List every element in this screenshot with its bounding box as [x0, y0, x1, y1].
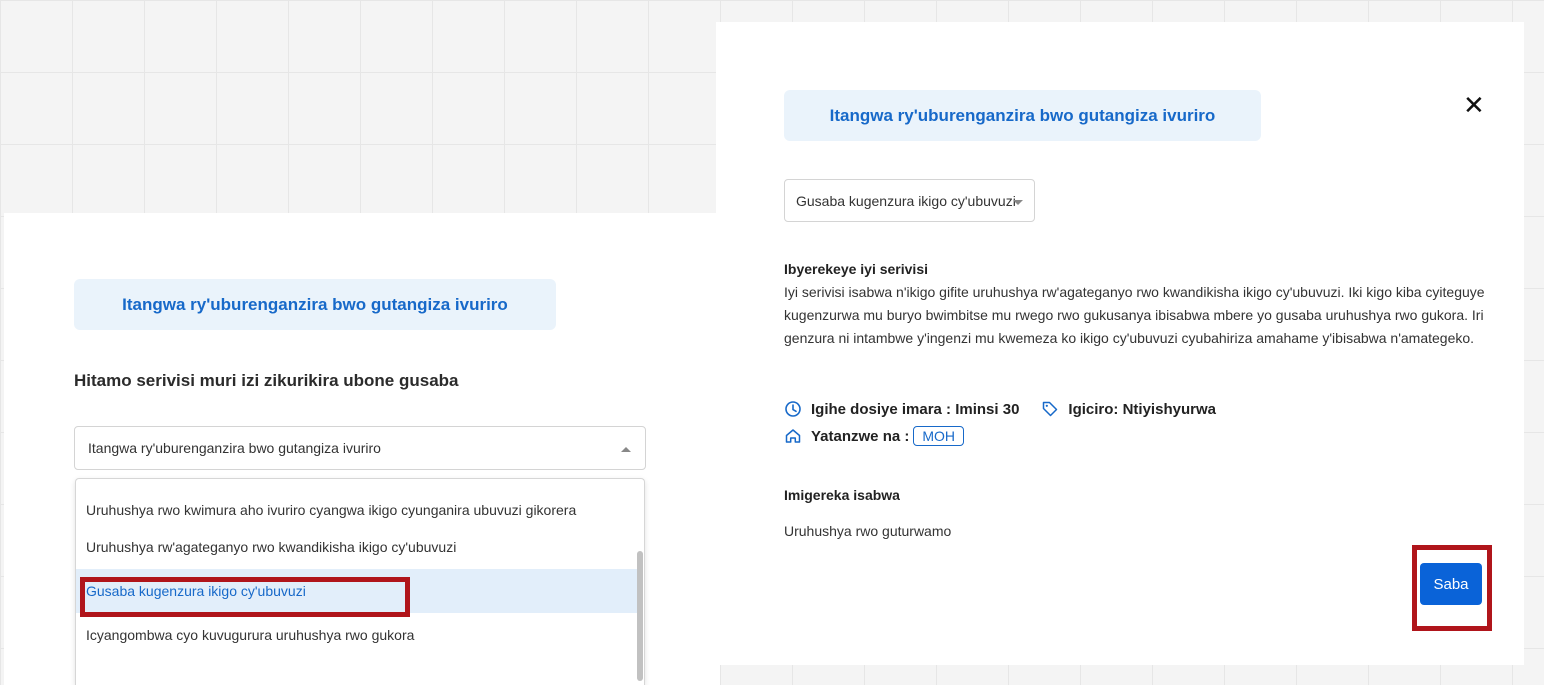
tag-icon [1041, 400, 1059, 418]
about-body: Iyi serivisi isabwa n'ikigo gifite uruhu… [784, 284, 1485, 346]
about-heading: Ibyerekeye iyi serivisi [784, 261, 928, 277]
service-select-value: Itangwa ry'uburenganzira bwo gutangiza i… [88, 440, 381, 456]
provided-by-label: Yatanzwe na : [811, 427, 910, 445]
dropdown-scrollbar[interactable] [637, 551, 643, 681]
price-label: Igiciro: Ntiyishyurwa [1068, 400, 1216, 418]
highlight-box [80, 577, 410, 617]
clock-icon [784, 400, 802, 418]
service-meta-row: Igihe dosiye imara : Iminsi 30 Igiciro: … [784, 400, 1216, 418]
dropdown-option[interactable]: Icyangombwa cyo kuvugurura uruhushya rwo… [76, 613, 638, 657]
document-item: Uruhushya rwo guturwamo [784, 523, 952, 539]
chevron-down-icon [1013, 200, 1023, 205]
close-icon[interactable]: ✕ [1463, 92, 1485, 118]
service-select[interactable]: Gusaba kugenzura ikigo cy'ubuvuzi [784, 179, 1035, 222]
chevron-up-icon [621, 447, 631, 452]
service-selection-panel: Itangwa ry'uburenganzira bwo gutangiza i… [4, 213, 720, 685]
dropdown-option[interactable]: Uruhushya rw'agateganyo rwo kwandikisha … [76, 525, 638, 569]
home-icon [784, 427, 802, 445]
service-details-panel: Itangwa ry'uburenganzira bwo gutangiza i… [716, 22, 1524, 665]
provider-row: Yatanzwe na : MOH [784, 426, 965, 446]
highlight-box [1412, 545, 1492, 631]
page-title: Itangwa ry'uburenganzira bwo gutangiza i… [74, 279, 556, 330]
service-prompt: Hitamo serivisi muri izi zikurikira ubon… [74, 371, 459, 390]
service-select-value: Gusaba kugenzura ikigo cy'ubuvuzi [796, 192, 1016, 209]
page-title: Itangwa ry'uburenganzira bwo gutangiza i… [784, 90, 1261, 141]
service-select[interactable]: Itangwa ry'uburenganzira bwo gutangiza i… [74, 426, 646, 470]
provider-badge: MOH [913, 426, 965, 446]
documents-heading: Imigereka isabwa [784, 487, 900, 503]
duration-label: Igihe dosiye imara : Iminsi 30 [811, 400, 1020, 418]
dropdown-option[interactable]: Uruhushya rwo kwimura aho ivuriro cyangw… [76, 479, 638, 525]
